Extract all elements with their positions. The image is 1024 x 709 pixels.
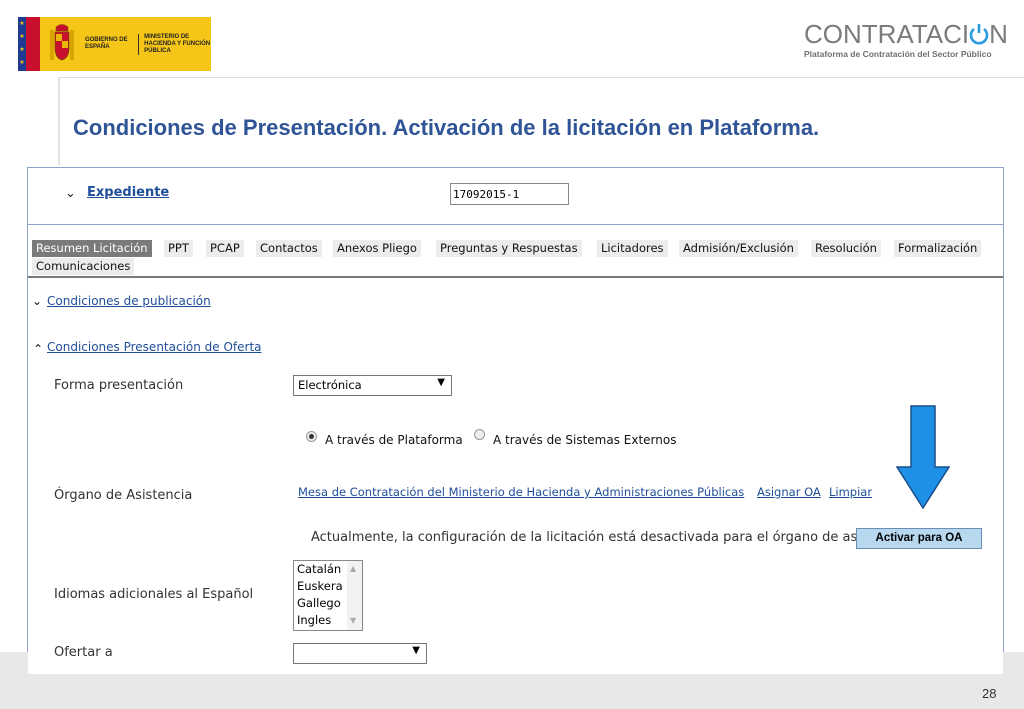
form-bottom-area (28, 652, 1003, 674)
tab-comunicaciones[interactable]: Comunicaciones (32, 258, 135, 275)
tab-strip-divider (28, 276, 1003, 278)
ofertar-select[interactable]: ▼ (293, 643, 427, 664)
scrollbar[interactable]: ▲ ▼ (347, 561, 362, 630)
section-condiciones-presentacion[interactable]: Condiciones Presentación de Oferta (47, 340, 262, 354)
tab-ppt[interactable]: PPT (164, 240, 193, 257)
section-condiciones-publicacion[interactable]: Condiciones de publicación (47, 294, 211, 308)
forma-presentacion-value: Electrónica (298, 378, 362, 392)
organo-asistencia-label: Órgano de Asistencia (54, 488, 193, 503)
slide-title: Condiciones de Presentación. Activación … (73, 115, 820, 140)
radio-plataforma[interactable] (306, 431, 317, 442)
ministry-logo-text: MINISTERIO DE HACIENDA Y FUNCIÓN PÚBLICA (138, 33, 211, 55)
government-logo: ★ ★ ★ ★ GOBIERNO DE ESPAÑA MINISTERIO DE HA… (18, 17, 211, 71)
dropdown-arrow-icon: ▼ (412, 645, 420, 656)
ofertar-label: Ofertar a (54, 645, 113, 660)
page-number: 28 (982, 686, 997, 701)
tab-licitadores[interactable]: Licitadores (597, 240, 668, 257)
gov-logo-text: GOBIERNO DE ESPAÑA (84, 37, 128, 50)
header-divider (58, 77, 1024, 78)
organo-asistencia-link[interactable]: Mesa de Contratación del Ministerio de H… (298, 485, 744, 499)
tab-contactos[interactable]: Contactos (256, 240, 322, 257)
activar-oa-button[interactable]: Activar para OA (856, 528, 982, 549)
chevron-up-icon[interactable]: ⌃ (33, 342, 43, 356)
expediente-field[interactable] (450, 183, 569, 205)
forma-presentacion-label: Forma presentación (54, 378, 184, 393)
forma-presentacion-select[interactable]: Electrónica ▼ (293, 375, 452, 396)
down-arrow-icon (895, 405, 951, 510)
brand-subtitle: Plataforma de Contratación del Sector Pú… (804, 49, 992, 59)
power-icon (969, 20, 989, 48)
brand-name-prefix: CONTRATACI (804, 19, 970, 49)
tab-anexos-pliego[interactable]: Anexos Pliego (333, 240, 421, 257)
tab-preguntas-respuestas[interactable]: Preguntas y Respuestas (436, 240, 582, 257)
expediente-link[interactable]: Expediente (87, 185, 169, 200)
tab-admision-exclusion[interactable]: Admisión/Exclusión (679, 240, 798, 257)
brand-logo: CONTRATACI N Plataforma de Contratación d… (804, 20, 1009, 60)
tab-formalizacion[interactable]: Formalización (894, 240, 982, 257)
flag-icon: ★ ★ ★ ★ (18, 17, 40, 71)
oa-status-text: Actualmente, la configuración de la lici… (311, 530, 908, 545)
left-divider (58, 77, 60, 165)
scroll-down-icon[interactable]: ▼ (350, 616, 356, 625)
tab-resolucion[interactable]: Resolución (811, 240, 881, 257)
limpiar-link[interactable]: Limpiar (829, 485, 872, 499)
brand-name-suffix: N (989, 19, 1008, 49)
coat-of-arms-icon (44, 19, 81, 69)
radio-sistemas-externos-label: A través de Sistemas Externos (493, 433, 677, 447)
chevron-down-icon[interactable]: ⌄ (65, 186, 76, 201)
radio-plataforma-label: A través de Plataforma (325, 433, 463, 447)
chevron-down-icon[interactable]: ⌄ (32, 294, 42, 308)
dropdown-arrow-icon: ▼ (437, 377, 445, 388)
idiomas-label: Idiomas adicionales al Español (54, 587, 254, 602)
idiomas-listbox[interactable]: Catalán Euskera Gallego Ingles ▲ ▼ (293, 560, 363, 631)
scroll-up-icon[interactable]: ▲ (350, 564, 356, 573)
asignar-oa-link[interactable]: Asignar OA (757, 485, 821, 499)
tab-resumen-licitacion[interactable]: Resumen Licitación (32, 240, 152, 257)
radio-sistemas-externos[interactable] (474, 429, 485, 440)
tab-pcap[interactable]: PCAP (206, 240, 244, 257)
